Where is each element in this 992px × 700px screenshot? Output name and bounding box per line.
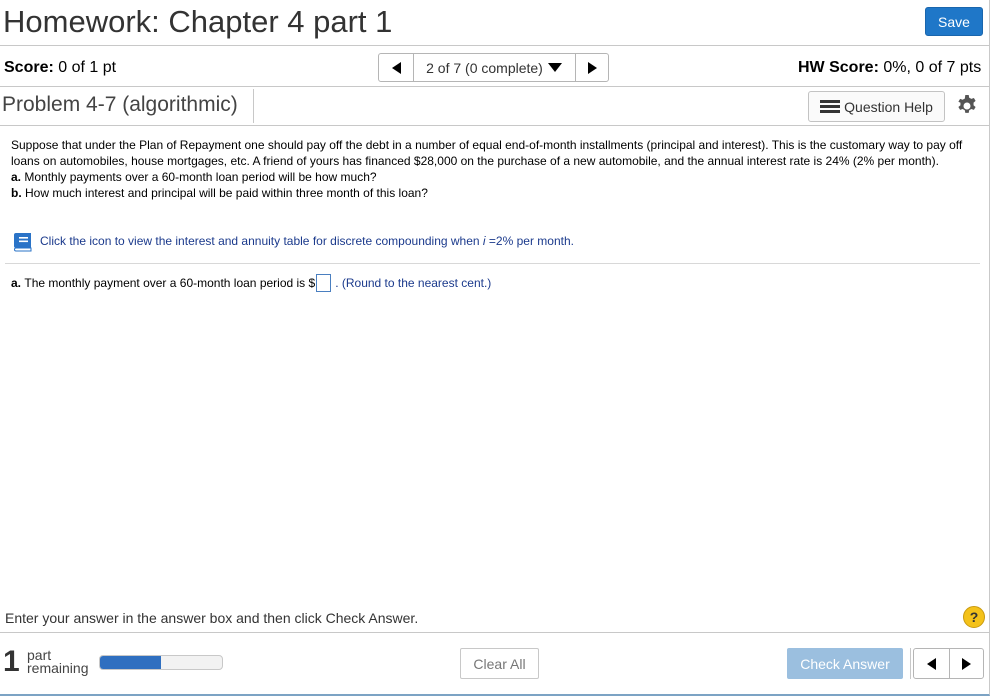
problem-statement: Suppose that under the Plan of Repayment…: [11, 137, 971, 201]
annuity-table-link[interactable]: Click the icon to view the interest and …: [40, 234, 574, 248]
answer-part-label: a.: [11, 276, 22, 290]
table-link-text: Click the icon to view the interest and …: [40, 234, 483, 248]
part-a: a. Monthly payments over a 60-month loan…: [11, 169, 971, 185]
help-icon[interactable]: ?: [963, 606, 985, 628]
progress-fill: [100, 656, 161, 669]
instruction-text: Enter your answer in the answer box and …: [5, 610, 419, 626]
divider: [5, 263, 980, 264]
question-selector[interactable]: 2 of 7 (0 complete): [414, 54, 574, 81]
parts-remaining-word2: remaining: [27, 660, 89, 676]
hw-score: HW Score: 0%, 0 of 7 pts: [798, 59, 981, 77]
statement-text: Suppose that under the Plan of Repayment…: [11, 138, 963, 168]
monthly-payment-input[interactable]: [316, 274, 332, 292]
table-link-rate: =2% per month.: [485, 234, 574, 248]
page-title: Homework: Chapter 4 part 1: [3, 4, 393, 39]
score-label: Score:: [4, 59, 54, 76]
next-icon: [588, 61, 597, 74]
divider: [0, 632, 990, 633]
part-b: b. How much interest and principal will …: [11, 185, 971, 201]
question-help-button[interactable]: Question Help: [808, 91, 945, 122]
hw-score-label: HW Score:: [798, 59, 879, 76]
next-icon: [962, 657, 971, 670]
dropdown-icon: [547, 63, 562, 72]
problem-title: Problem 4-7 (algorithmic): [2, 93, 238, 116]
part-a-text: Monthly payments over a 60-month loan pe…: [24, 170, 377, 184]
rounding-note: . (Round to the nearest cent.): [335, 276, 492, 290]
gear-icon[interactable]: [955, 94, 979, 118]
part-b-text: How much interest and principal will be …: [25, 186, 428, 200]
previous-icon: [391, 61, 401, 74]
part-b-label: b.: [11, 186, 22, 200]
divider: [910, 648, 911, 679]
score-value: 0 of 1 pt: [58, 59, 117, 76]
next-button[interactable]: [950, 649, 983, 678]
parts-remaining-count: 1: [3, 645, 20, 678]
clear-all-button[interactable]: Clear All: [460, 648, 539, 679]
divider: [0, 125, 990, 126]
save-button[interactable]: Save: [925, 7, 983, 36]
book-icon[interactable]: [12, 232, 34, 252]
divider: [0, 45, 990, 46]
score: Score: 0 of 1 pt: [4, 59, 116, 77]
list-icon: [820, 99, 841, 114]
question-selector-label: 2 of 7 (0 complete): [426, 59, 543, 76]
next-question-button[interactable]: [575, 54, 609, 81]
divider: [0, 86, 990, 87]
previous-question-button[interactable]: [379, 54, 414, 81]
progress-bar: [99, 655, 223, 670]
previous-icon: [927, 657, 936, 670]
answer-prompt: The monthly payment over a 60-month loan…: [24, 276, 316, 290]
question-help-label: Question Help: [844, 98, 933, 115]
parts-remaining-label: part remaining: [27, 648, 89, 676]
answer-line: a. The monthly payment over a 60-month l…: [11, 274, 491, 292]
part-a-label: a.: [11, 170, 22, 184]
check-answer-button[interactable]: Check Answer: [787, 648, 903, 679]
hw-score-value: 0%, 0 of 7 pts: [883, 59, 982, 76]
divider: [253, 89, 254, 123]
previous-button[interactable]: [914, 649, 950, 678]
